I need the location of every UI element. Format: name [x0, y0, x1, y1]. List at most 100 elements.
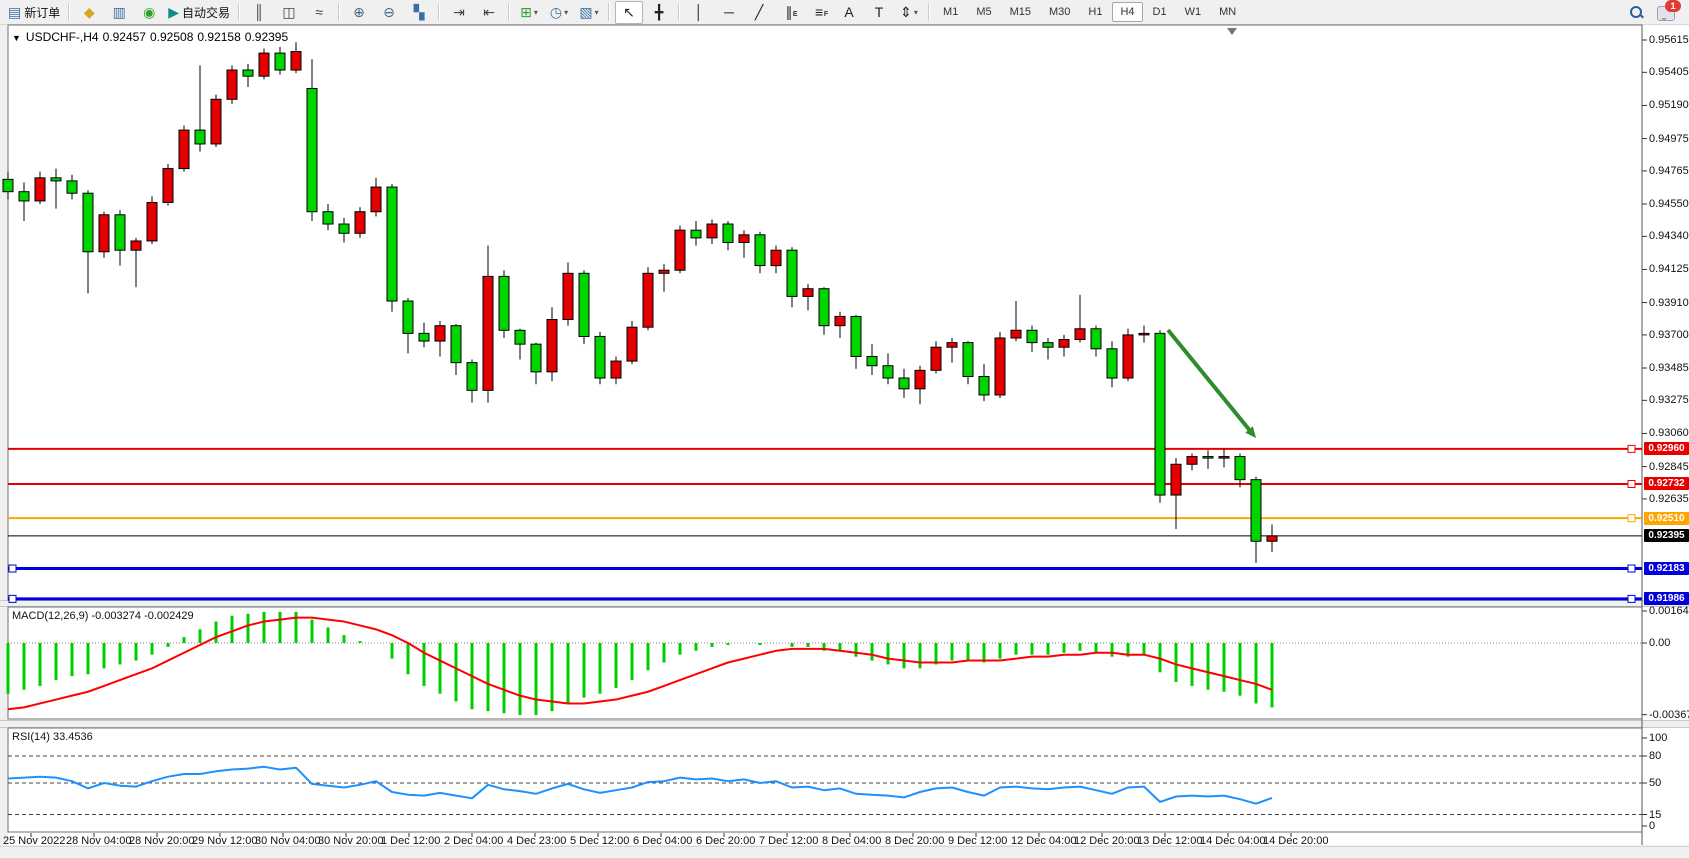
chat-bubble-icon: 1 — [1657, 6, 1675, 21]
rsi-axis-tick: 15 — [1649, 809, 1661, 821]
toolbar-separator — [338, 3, 340, 21]
bar-chart-button[interactable]: ║ — [245, 1, 273, 24]
chart-symbol-label: USDCHF-,H4 — [26, 30, 99, 44]
timeframe-toolbar: M1M5M15M30H1H4D1W1MN — [934, 2, 1245, 22]
vertical-line-icon: │ — [695, 5, 704, 19]
timeframe-button-mn[interactable]: MN — [1211, 2, 1244, 22]
window-bottom-edge — [0, 846, 1689, 858]
chevron-down-icon[interactable]: ▾ — [595, 8, 599, 17]
candle-chart-button[interactable]: ◫ — [275, 1, 303, 24]
chart-header: ▼USDCHF-,H40.924570.925080.921580.92395 — [12, 30, 292, 44]
toolbar-separator — [68, 3, 70, 21]
symbol-caret-icon[interactable]: ▼ — [12, 33, 21, 43]
periods-icon: ◷ — [550, 5, 562, 19]
line-chart-icon: ≈ — [315, 5, 323, 19]
equidistant-channel-button[interactable]: ∥E — [775, 1, 803, 24]
timeframe-button-m5[interactable]: M5 — [968, 2, 999, 22]
toolbar-separator — [678, 3, 680, 21]
new-order-icon: ▤ — [8, 5, 21, 19]
tile-windows-icon: ▚ — [414, 5, 425, 19]
timeframe-button-h1[interactable]: H1 — [1080, 2, 1110, 22]
macd-axis-tick: 0.00 — [1649, 637, 1670, 649]
periods-button[interactable]: ◷▾ — [545, 1, 573, 24]
main-toolbar: ▤新订单◆▥◉▶自动交易║◫≈⊕⊖▚⇥⇤⊞▾◷▾▧▾↖╋│─╱∥E≡FAT⇕▾M… — [0, 0, 1689, 25]
autotrading-button[interactable]: ▶自动交易 — [165, 1, 233, 24]
arrows-tool-icon: ⇕ — [900, 5, 912, 19]
auto-scroll-button[interactable]: ⇥ — [445, 1, 473, 24]
price-axis-tick: 0.92635 — [1649, 493, 1689, 505]
chart-shift-button[interactable]: ⇤ — [475, 1, 503, 24]
price-axis-tick: 0.94340 — [1649, 230, 1689, 242]
text-label-button[interactable]: T — [865, 1, 893, 24]
signals-button[interactable]: ◉ — [135, 1, 163, 24]
new-order-button[interactable]: ▤新订单 — [5, 1, 63, 24]
rsi-axis-tick: 80 — [1649, 750, 1661, 762]
toolbar-separator — [438, 3, 440, 21]
rsi-axis-tick: 0 — [1649, 820, 1655, 832]
macd-axis-tick: 0.001642 — [1649, 605, 1689, 617]
chart-shift-icon: ⇤ — [483, 5, 495, 19]
community-button[interactable]: 1 — [1652, 1, 1680, 24]
price-axis-tick: 0.95405 — [1649, 66, 1689, 78]
text-button[interactable]: A — [835, 1, 863, 24]
horizontal-line-button[interactable]: ─ — [715, 1, 743, 24]
indicators-button[interactable]: ⊞▾ — [515, 1, 543, 24]
macd-splitter[interactable] — [0, 600, 1689, 607]
autotrading-button-label: 自动交易 — [182, 4, 230, 21]
price-axis-tick: 0.95190 — [1649, 99, 1689, 111]
charts-button[interactable]: ▥ — [105, 1, 133, 24]
price-line-label-0.92732: 0.92732 — [1644, 477, 1689, 490]
macd-indicator-label: MACD(12,26,9) -0.003274 -0.002429 — [12, 610, 194, 622]
toolbar-separator — [238, 3, 240, 21]
vertical-line-button[interactable]: │ — [685, 1, 713, 24]
tile-windows-button[interactable]: ▚ — [405, 1, 433, 24]
timeframe-button-d1[interactable]: D1 — [1145, 2, 1175, 22]
icon-sub-letter: F — [824, 8, 828, 22]
templates-icon: ▧ — [579, 5, 592, 19]
timeframe-button-m1[interactable]: M1 — [935, 2, 966, 22]
price-line-label-0.92510: 0.92510 — [1644, 512, 1689, 525]
rsi-axis-tick: 50 — [1649, 777, 1661, 789]
icon-sub-letter: E — [793, 8, 798, 22]
zoom-out-button[interactable]: ⊖ — [375, 1, 403, 24]
price-axis-tick: 0.93275 — [1649, 394, 1689, 406]
arrows-tool-button[interactable]: ⇕▾ — [895, 1, 923, 24]
trendline-button[interactable]: ╱ — [745, 1, 773, 24]
timeframe-button-m30[interactable]: M30 — [1041, 2, 1078, 22]
templates-button[interactable]: ▧▾ — [575, 1, 603, 24]
toolbar-separator — [928, 3, 930, 21]
fibonacci-icon: ≡F — [815, 5, 823, 19]
line-chart-button[interactable]: ≈ — [305, 1, 333, 24]
expert-advisors-button[interactable]: ◆ — [75, 1, 103, 24]
cursor-button[interactable]: ↖ — [615, 1, 643, 24]
price-line-label-0.91986: 0.91986 — [1644, 592, 1689, 605]
price-axis-tick: 0.92845 — [1649, 461, 1689, 473]
chevron-down-icon[interactable]: ▾ — [914, 8, 918, 17]
signals-icon: ◉ — [143, 5, 155, 19]
price-axis-tick: 0.93060 — [1649, 427, 1689, 439]
new-order-button-label: 新订单 — [24, 4, 60, 21]
zoom-in-button[interactable]: ⊕ — [345, 1, 373, 24]
crosshair-button[interactable]: ╋ — [645, 1, 673, 24]
chevron-down-icon[interactable]: ▾ — [564, 8, 568, 17]
fibonacci-button[interactable]: ≡F — [805, 1, 833, 24]
timeframe-button-m15[interactable]: M15 — [1002, 2, 1039, 22]
macd-axis-tick: -0.003674 — [1649, 709, 1689, 721]
zoom-out-icon: ⊖ — [383, 5, 395, 19]
search-button[interactable] — [1622, 1, 1650, 24]
rsi-indicator-label: RSI(14) 33.4536 — [12, 731, 93, 743]
trendline-icon: ╱ — [755, 5, 763, 19]
cursor-icon: ↖ — [623, 5, 635, 19]
auto-scroll-icon: ⇥ — [453, 5, 465, 19]
rsi-splitter[interactable] — [0, 720, 1689, 728]
price-axis-tick: 0.94975 — [1649, 133, 1689, 145]
text-icon: A — [844, 5, 853, 19]
price-line-label-0.92960: 0.92960 — [1644, 442, 1689, 455]
price-axis-tick: 0.93910 — [1649, 297, 1689, 309]
indicators-icon: ⊞ — [520, 5, 532, 19]
timeframe-button-h4[interactable]: H4 — [1112, 2, 1142, 22]
ohlc-close: 0.92395 — [245, 30, 288, 44]
timeframe-button-w1[interactable]: W1 — [1177, 2, 1210, 22]
chevron-down-icon[interactable]: ▾ — [534, 8, 538, 17]
search-icon — [1628, 4, 1644, 20]
